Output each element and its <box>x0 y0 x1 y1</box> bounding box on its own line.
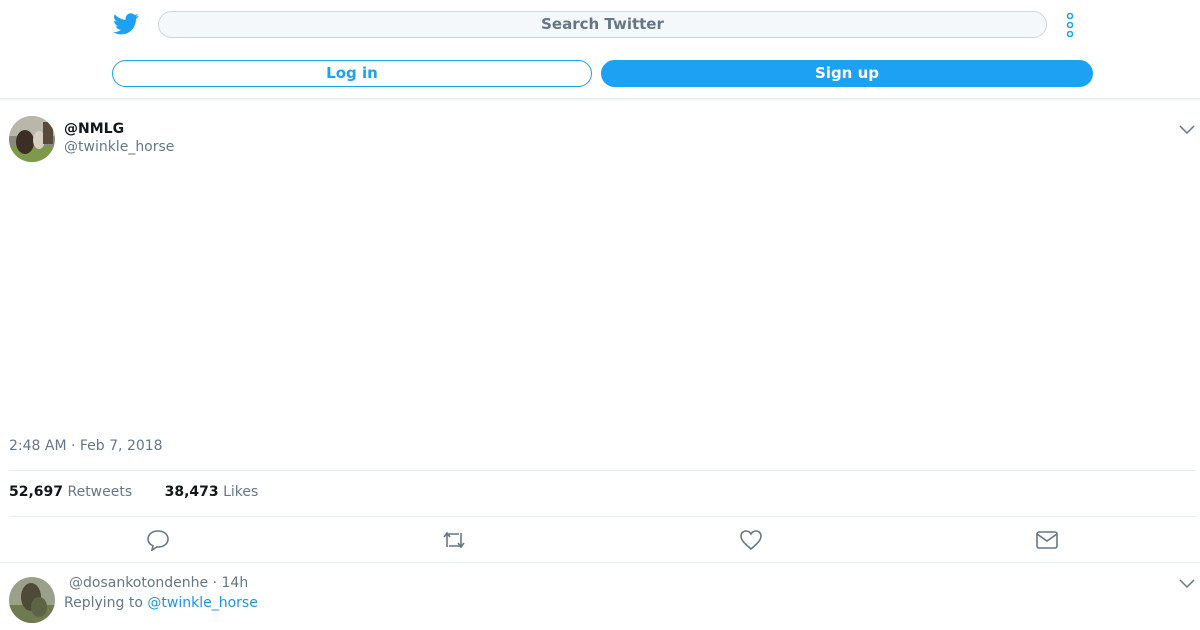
like-stat[interactable]: 38,473 Likes <box>165 484 259 500</box>
tweet-display-name[interactable]: @NMLG <box>64 121 124 137</box>
more-options-icon[interactable] <box>1062 12 1078 38</box>
retweets-label: Retweets <box>67 484 133 500</box>
likes-count: 38,473 <box>164 484 219 500</box>
reply-icon[interactable] <box>146 529 170 551</box>
signup-button[interactable]: Sign up <box>601 60 1093 87</box>
retweet-icon[interactable] <box>442 529 466 551</box>
reply-avatar[interactable] <box>9 577 55 623</box>
top-bar: Search Twitter Log in Sign up <box>0 0 1200 99</box>
twitter-logo-icon[interactable] <box>113 12 139 36</box>
chevron-down-icon[interactable] <box>1179 579 1195 589</box>
divider <box>9 470 1196 471</box>
search-input[interactable]: Search Twitter <box>158 11 1047 38</box>
replying-to: Replying to @twinkle_horse <box>64 595 258 611</box>
avatar-image <box>9 116 55 162</box>
likes-label: Likes <box>223 484 259 500</box>
avatar[interactable] <box>9 116 55 162</box>
like-icon[interactable] <box>739 529 763 551</box>
reply-handle[interactable]: @dosankotondenhe · 14h <box>69 575 248 591</box>
tweet-timestamp[interactable]: 2:48 AM · Feb 7, 2018 <box>9 438 163 454</box>
direct-message-icon[interactable] <box>1035 529 1059 551</box>
tweet-stats: 52,697 Retweets 38,473 Likes <box>9 484 286 500</box>
chevron-down-icon[interactable] <box>1179 125 1195 135</box>
login-button[interactable]: Log in <box>112 60 592 87</box>
retweets-count: 52,697 <box>9 484 64 500</box>
reply-avatar-image <box>9 577 55 623</box>
tweet-handle[interactable]: @twinkle_horse <box>64 139 174 155</box>
divider <box>0 562 1200 563</box>
retweet-stat[interactable]: 52,697 Retweets <box>9 484 132 500</box>
replying-prefix: Replying to <box>64 595 148 611</box>
replying-handle-link[interactable]: @twinkle_horse <box>147 595 257 611</box>
divider <box>9 516 1196 517</box>
